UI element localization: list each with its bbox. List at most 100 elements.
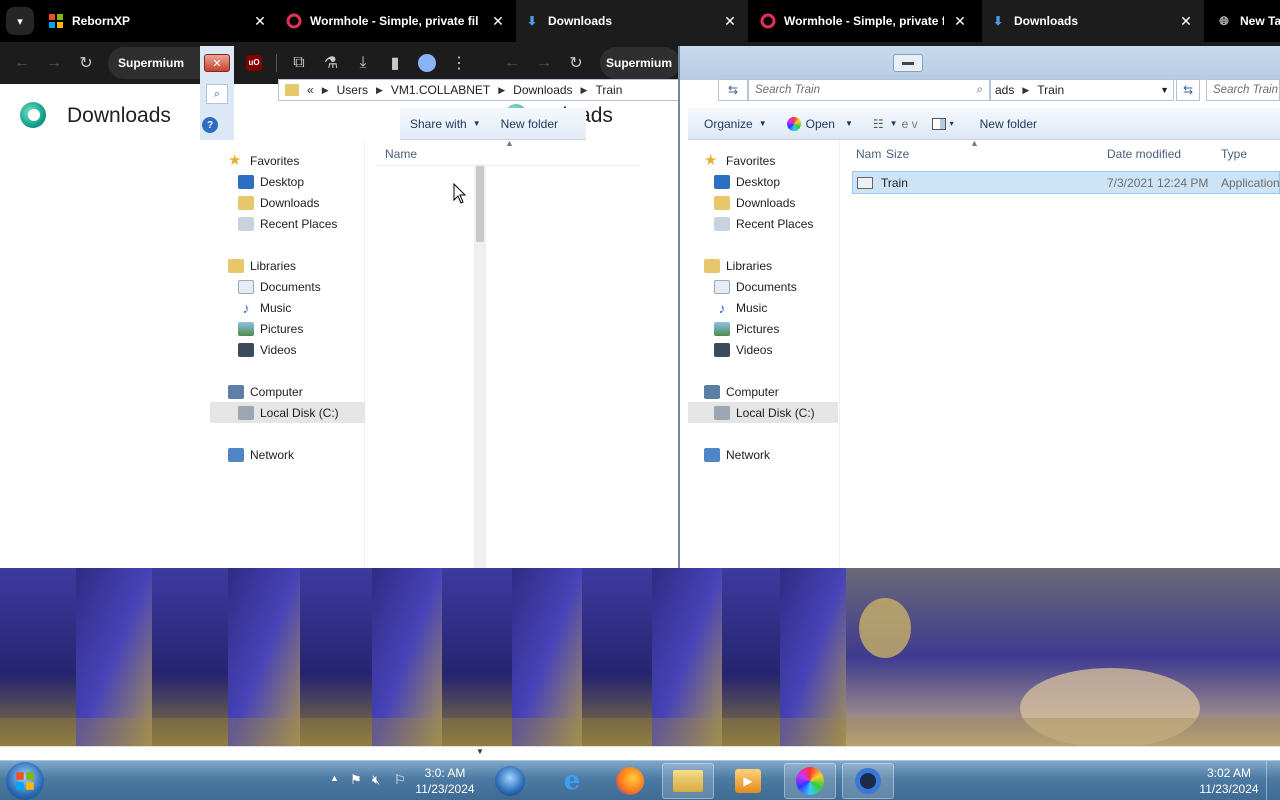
forward-icon[interactable]: → <box>528 47 560 79</box>
network-flag-icon[interactable]: ⚐ <box>394 772 406 788</box>
nav-network[interactable]: Network <box>704 444 770 465</box>
new-folder-button[interactable]: New folder <box>958 117 1047 131</box>
taskbar-firefox[interactable] <box>604 763 656 799</box>
organize-button[interactable]: Organize ▼ <box>688 117 777 131</box>
close-tab-icon[interactable]: ✕ <box>1178 13 1194 29</box>
close-tab-icon[interactable]: ✕ <box>252 13 268 29</box>
search-icon[interactable]: ⌕ <box>206 84 228 104</box>
action-center-icon[interactable]: ⚑ <box>350 772 362 788</box>
tab-wormhole-1[interactable]: Wormhole - Simple, private fil ✕ <box>286 0 506 42</box>
chevron-down-icon[interactable]: ▼ <box>1160 85 1169 95</box>
file-list-scrollbar[interactable] <box>474 164 486 568</box>
scrollbar-thumb[interactable] <box>476 166 484 242</box>
side-panel-icon[interactable]: ▮ <box>379 47 411 79</box>
nav-network[interactable]: Network <box>228 444 294 465</box>
nav-libraries[interactable]: Libraries <box>228 255 296 276</box>
forward-icon[interactable]: → <box>38 47 70 79</box>
share-with-button[interactable]: Share with ▼ <box>400 117 491 131</box>
ublock-icon[interactable]: uO <box>238 47 270 79</box>
search-input[interactable]: Search Train ⌕ <box>748 79 990 101</box>
reload-icon[interactable]: ↻ <box>560 47 592 79</box>
show-hidden-icons-icon[interactable]: ▲ <box>330 773 339 783</box>
taskbar-internet-explorer[interactable]: e <box>546 763 598 799</box>
more-menu-icon[interactable]: ⋮ <box>443 47 475 79</box>
nav-videos[interactable]: Videos <box>714 339 772 360</box>
address-bar-right[interactable]: Supermium <box>600 47 680 79</box>
column-header-name[interactable]: Nam <box>856 142 881 166</box>
taskbar-file-explorer[interactable] <box>662 763 714 799</box>
nav-pictures[interactable]: Pictures <box>238 318 303 339</box>
tab-new-tab[interactable]: 🌐︎ New Tal <box>1216 0 1280 42</box>
close-tab-icon[interactable]: ✕ <box>952 13 968 29</box>
labs-flask-icon[interactable]: ⚗ <box>315 47 347 79</box>
taskbar-supermium[interactable] <box>784 763 836 799</box>
minimize-button[interactable] <box>893 54 923 72</box>
column-header-date-modified[interactable]: Date modified <box>1107 142 1181 166</box>
nav-downloads[interactable]: Downloads <box>714 192 795 213</box>
nav-label: Documents <box>260 279 321 294</box>
help-icon[interactable]: ? <box>202 117 218 133</box>
new-folder-button[interactable]: New folder <box>491 117 568 131</box>
open-button[interactable]: Open ▼ <box>777 116 863 131</box>
breadcrumb-downloads[interactable]: Downloads <box>513 83 572 97</box>
tab-downloads-1[interactable]: ⬇ Downloads ✕ <box>516 0 748 42</box>
nav-desktop[interactable]: Desktop <box>714 171 780 192</box>
view-button[interactable]: ☷ ▼ e v <box>863 117 928 131</box>
explorer-left-address-bar[interactable]: « ▶ Users ▶ VM1.COLLABNET ▶ Downloads ▶ … <box>278 79 718 101</box>
breadcrumb-user[interactable]: VM1.COLLABNET <box>391 83 490 97</box>
nav-music[interactable]: ♪ Music <box>238 297 292 318</box>
profile-icon[interactable] <box>411 47 443 79</box>
column-header-size[interactable]: Size <box>886 142 909 166</box>
nav-videos[interactable]: Videos <box>238 339 296 360</box>
nav-favorites[interactable]: ★ Favorites <box>228 150 299 171</box>
explorer-right-address-bar[interactable]: ads ▶ Train ▼ <box>990 79 1174 101</box>
tab-rebornxp[interactable]: RebornXP ✕ <box>48 0 268 42</box>
back-icon[interactable]: ← <box>6 47 38 79</box>
nav-documents[interactable]: Documents <box>714 276 797 297</box>
reload-icon[interactable]: ↻ <box>70 47 102 79</box>
breadcrumb-train[interactable]: Train <box>1037 83 1064 97</box>
nav-recent-places[interactable]: Recent Places <box>714 213 813 234</box>
nav-downloads[interactable]: Downloads <box>238 192 319 213</box>
taskbar-start-orb-ghost[interactable] <box>484 763 536 799</box>
start-button[interactable] <box>6 762 44 800</box>
explorer-right-titlebar <box>680 46 1280 80</box>
nav-recent-places[interactable]: Recent Places <box>238 213 337 234</box>
nav-computer[interactable]: Computer <box>704 381 779 402</box>
tab-search-button[interactable]: ▾ <box>6 7 34 35</box>
nav-music[interactable]: ♪ Music <box>714 297 768 318</box>
search-input-far[interactable]: Search Train <box>1206 79 1280 101</box>
system-clock[interactable]: 3:02 AM 11/23/2024 <box>1194 765 1264 797</box>
nav-computer[interactable]: Computer <box>228 381 303 402</box>
nav-favorites[interactable]: ★ Favorites <box>704 150 775 171</box>
breadcrumb-users[interactable]: Users <box>337 83 368 97</box>
nav-desktop[interactable]: Desktop <box>238 171 304 192</box>
tab-wormhole-2[interactable]: Wormhole - Simple, private fil ✕ <box>760 0 970 42</box>
close-tab-icon[interactable]: ✕ <box>722 13 738 29</box>
taskbar-browser[interactable] <box>842 763 894 799</box>
close-tab-icon[interactable]: ✕ <box>490 13 506 29</box>
column-header-type[interactable]: Type <box>1221 142 1247 166</box>
download-icon[interactable]: ⤓ <box>347 47 379 79</box>
clock-ghost[interactable]: 3:0: AM 11/23/2024 <box>410 765 480 797</box>
file-row-train[interactable]: Train 7/3/2021 12:24 PM Application <box>852 171 1280 194</box>
extensions-icon[interactable]: ⧉ <box>283 47 315 79</box>
refresh-icon[interactable]: ⇆ <box>1176 79 1200 101</box>
nav-libraries[interactable]: Libraries <box>704 255 772 276</box>
close-window-button[interactable]: ✕ <box>204 54 230 72</box>
show-desktop-button[interactable] <box>1266 761 1280 800</box>
nav-local-disk[interactable]: Local Disk (C:) <box>210 402 365 423</box>
nav-local-disk[interactable]: Local Disk (C:) <box>688 402 838 423</box>
column-header-name[interactable]: Name ▲ <box>375 138 640 166</box>
volume-muted-icon[interactable]: 🔇︎ <box>372 772 380 788</box>
breadcrumb-train[interactable]: Train <box>595 83 622 97</box>
back-icon[interactable]: ← <box>496 47 528 79</box>
breadcrumb-overflow[interactable]: « <box>307 83 314 97</box>
breadcrumb-downloads[interactable]: ads <box>995 83 1014 97</box>
tab-downloads-2[interactable]: ⬇ Downloads ✕ <box>982 0 1204 42</box>
refresh-icon[interactable]: ⇆ <box>718 79 748 101</box>
nav-documents[interactable]: Documents <box>238 276 321 297</box>
taskbar-media-player[interactable]: ▶ <box>722 763 774 799</box>
nav-pictures[interactable]: Pictures <box>714 318 779 339</box>
preview-pane-button[interactable]: ▾ <box>928 117 958 130</box>
